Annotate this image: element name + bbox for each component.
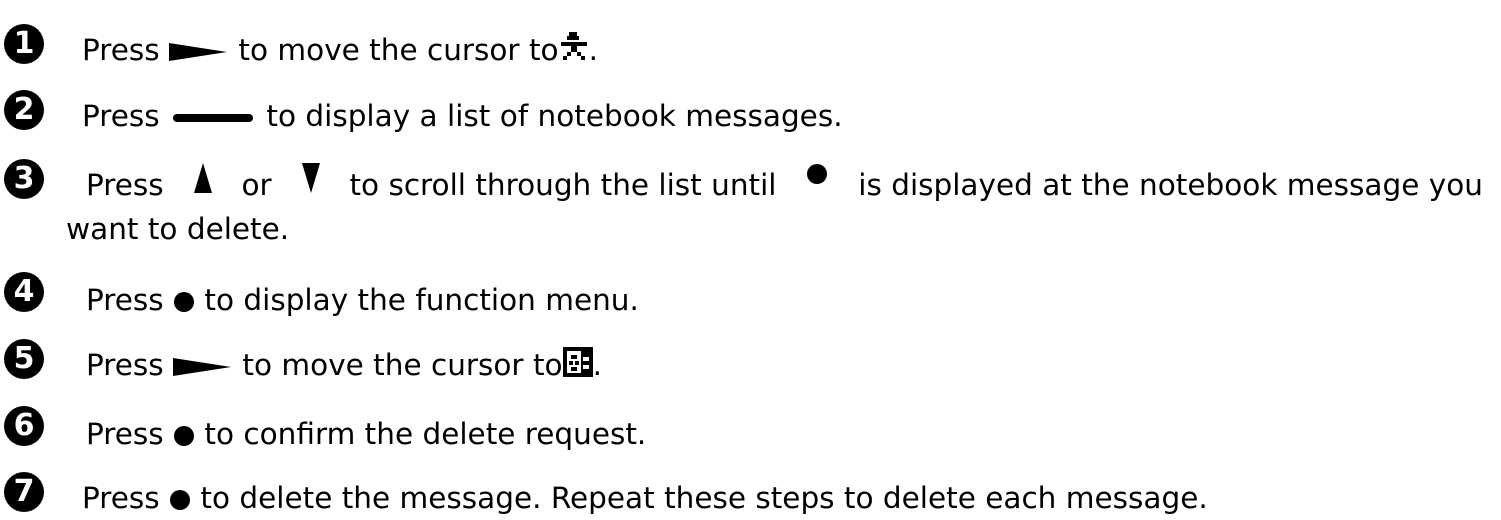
step-4-text: Press to display the function menu. — [86, 278, 1483, 322]
step-number-4: 4 — [4, 272, 44, 312]
step-number-5: 5 — [4, 339, 44, 379]
step-3-text-line-1: Press or to scroll through the list unti… — [86, 163, 1483, 207]
step-3-instruction-b: is displayed at the notebook message you — [858, 168, 1483, 202]
round-select-button-icon — [169, 489, 191, 511]
right-arrow-key-icon — [169, 42, 229, 62]
step-7-instruction: to delete the message. Repeat these step… — [200, 481, 1208, 515]
step-7-text: Press to delete the message. Repeat thes… — [82, 476, 1483, 520]
step-1-instruction: to move the cursor to — [238, 33, 559, 67]
step-1-period: . — [588, 33, 598, 67]
step-5-word-press: Press — [86, 348, 164, 382]
delete-pixel-icon — [562, 347, 593, 377]
step-2-instruction: to display a list of notebook messages. — [266, 99, 843, 133]
round-select-button-icon — [806, 163, 828, 207]
step-number-2: 2 — [4, 90, 44, 130]
step-5-period: . — [592, 348, 602, 382]
long-center-key-icon — [173, 112, 254, 124]
round-select-button-icon — [173, 291, 195, 313]
step-5-text: Press to move the cursor to. — [86, 343, 1483, 387]
down-arrow-key-icon — [301, 163, 320, 207]
step-6-instruction: to confirm the delete request. — [204, 417, 647, 451]
step-5-instruction: to move the cursor to — [242, 348, 563, 382]
round-select-button-icon — [173, 425, 195, 447]
step-number-7: 7 — [4, 472, 44, 512]
step-1-word-press: Press — [82, 33, 160, 67]
step-3-instruction-c: want to delete. — [66, 212, 290, 246]
step-6-text: Press to confirm the delete request. — [86, 412, 1483, 456]
step-number-6: 6 — [4, 406, 44, 446]
step-4-instruction: to display the function menu. — [204, 283, 639, 317]
step-3-instruction-a: to scroll through the list until — [349, 168, 777, 202]
step-1-text: Press to move the cursor to. — [82, 28, 1483, 72]
step-number-1: 1 — [4, 24, 44, 64]
step-6-word-press: Press — [86, 417, 164, 451]
up-arrow-key-icon — [193, 163, 212, 207]
step-3-word-or: or — [241, 168, 272, 202]
person-pixel-icon — [559, 32, 589, 62]
step-3-word-press: Press — [86, 168, 164, 202]
step-4-word-press: Press — [86, 283, 164, 317]
step-7-word-press: Press — [82, 481, 160, 515]
step-2-text: Press to display a list of notebook mess… — [82, 94, 1483, 138]
right-arrow-key-icon — [173, 357, 233, 377]
step-number-3: 3 — [4, 159, 44, 199]
step-3-text-line-2: want to delete. — [66, 207, 1483, 251]
step-2-word-press: Press — [82, 99, 160, 133]
